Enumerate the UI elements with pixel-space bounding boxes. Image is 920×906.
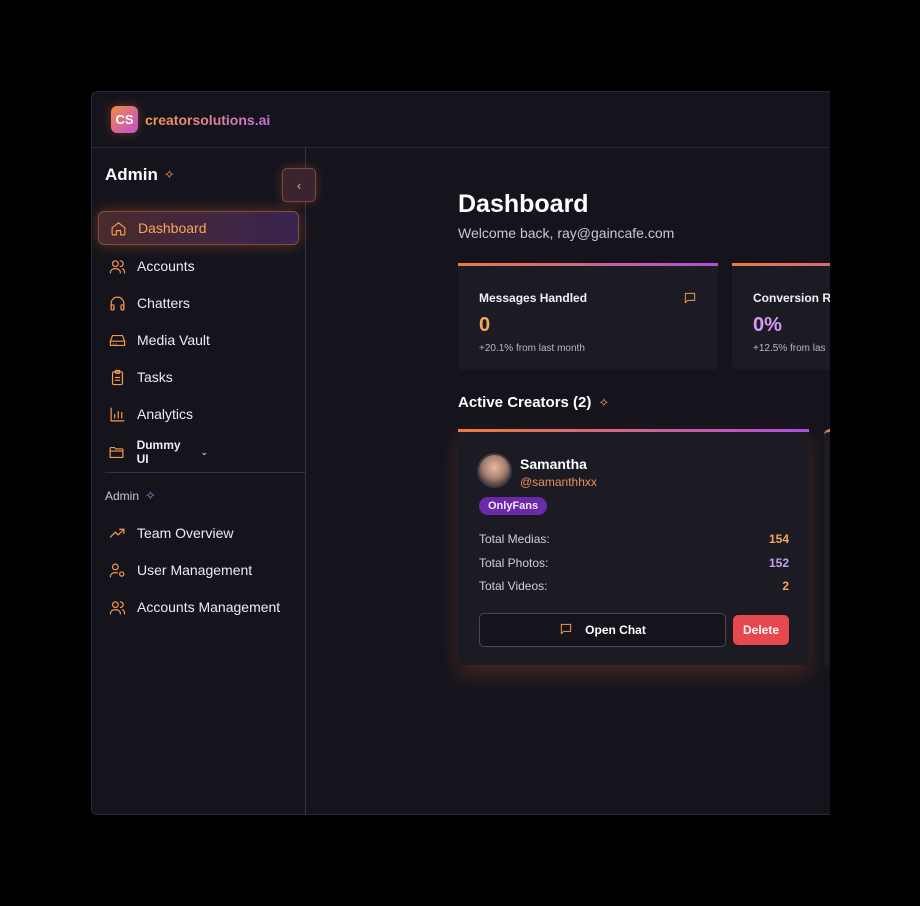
headphones-icon <box>108 294 126 312</box>
creator-name: Samantha <box>520 456 587 472</box>
row-value: 152 <box>768 556 789 570</box>
stat-label: Conversion Ra <box>753 291 830 305</box>
sidebar-item-media-vault[interactable]: Media Vault <box>98 323 299 357</box>
sidebar-item-label: User Management <box>137 562 253 578</box>
sidebar: Admin ✧ ‹ Dashboard Accounts Chatters Me… <box>92 148 316 814</box>
chevron-down-icon: ⌄ <box>200 446 208 457</box>
sidebar-item-dummy-ui[interactable]: Dummy UI ⌄ <box>98 435 208 469</box>
creator-card-partial <box>824 429 830 665</box>
bar-chart-icon <box>108 405 126 423</box>
stat-label: Messages Handled <box>479 291 588 305</box>
welcome-text: Welcome back, ray@gaincafe.com <box>458 225 675 241</box>
sidebar-item-analytics[interactable]: Analytics <box>98 397 299 431</box>
sidebar-title-text: Admin <box>105 165 158 184</box>
row-value: 154 <box>768 532 789 546</box>
sparkle-icon: ✧ <box>598 394 610 410</box>
message-square-icon <box>559 622 573 639</box>
sparkle-icon: ✧ <box>163 167 175 182</box>
sidebar-title: Admin ✧ <box>105 165 175 185</box>
stat-change: +12.5% from las <box>753 343 826 354</box>
stat-change: +20.1% from last month <box>479 343 585 354</box>
sidebar-item-label: Accounts Management <box>137 599 281 615</box>
message-square-icon <box>683 291 697 305</box>
clipboard-icon <box>108 368 126 386</box>
sidebar-item-accounts-management[interactable]: Accounts Management <box>98 590 299 624</box>
sidebar-item-tasks[interactable]: Tasks <box>98 360 299 394</box>
open-chat-label: Open Chat <box>585 623 646 637</box>
sidebar-item-dashboard[interactable]: Dashboard <box>98 211 299 245</box>
sidebar-item-label: Team Overview <box>137 525 234 541</box>
page-title: Dashboard <box>458 190 589 218</box>
sparkle-icon: ✧ <box>145 488 156 503</box>
stat-value: 0 <box>479 314 491 336</box>
sidebar-item-chatters[interactable]: Chatters <box>98 286 299 320</box>
user-cog-icon <box>108 561 126 579</box>
platform-badge: OnlyFans <box>479 497 548 515</box>
sidebar-item-label: Analytics <box>137 406 194 422</box>
avatar[interactable] <box>477 453 512 488</box>
row-value: 2 <box>782 579 789 593</box>
stat-row-videos: Total Videos: 2 <box>479 579 789 595</box>
stat-value: 0% <box>753 314 782 336</box>
sidebar-item-user-management[interactable]: User Management <box>98 553 299 587</box>
sidebar-item-label: Tasks <box>137 369 173 385</box>
open-chat-button[interactable]: Open Chat <box>479 613 726 647</box>
trending-up-icon <box>108 524 126 542</box>
brand-logo[interactable]: CS <box>111 106 138 133</box>
sidebar-item-label: Chatters <box>137 295 190 311</box>
users-icon <box>108 598 126 616</box>
chevron-left-icon: ‹ <box>296 177 302 193</box>
folder-icon <box>108 443 126 461</box>
stat-card-conversion: Conversion Ra 0% +12.5% from las <box>732 263 830 370</box>
creator-card: Samantha @samanthhxx OnlyFans Total Medi… <box>458 429 809 665</box>
app-window: CS creatorsolutions.ai Admin ✧ ‹ Dashboa… <box>91 91 830 815</box>
brand-name[interactable]: creatorsolutions.ai <box>145 112 270 128</box>
sidebar-item-label: Accounts <box>137 258 195 274</box>
stat-row-photos: Total Photos: 152 <box>479 556 789 572</box>
delete-button[interactable]: Delete <box>733 615 789 645</box>
row-label: Total Videos: <box>479 579 548 593</box>
stat-row-medias: Total Medias: 154 <box>479 532 789 548</box>
creator-handle: @samanthhxx <box>520 475 597 489</box>
main-content: Dashboard Welcome back, ray@gaincafe.com… <box>306 148 830 814</box>
users-icon <box>108 257 126 275</box>
sidebar-item-accounts[interactable]: Accounts <box>98 249 299 283</box>
top-bar: CS creatorsolutions.ai <box>92 92 830 148</box>
active-creators-title: Active Creators (2) ✧ <box>458 394 609 411</box>
sidebar-item-label: Media Vault <box>137 332 210 348</box>
hard-drive-icon <box>108 331 126 349</box>
sidebar-section-admin: Admin ✧ <box>105 488 156 504</box>
sidebar-item-team-overview[interactable]: Team Overview <box>98 516 299 550</box>
section-label: Admin <box>105 489 140 503</box>
row-label: Total Photos: <box>479 556 549 570</box>
sidebar-divider <box>105 472 305 473</box>
stat-card-messages: Messages Handled 0 +20.1% from last mont… <box>458 263 718 370</box>
row-label: Total Medias: <box>479 532 550 546</box>
sidebar-item-label: Dashboard <box>138 220 207 236</box>
sidebar-item-label: Dummy UI <box>136 438 181 466</box>
home-icon <box>109 219 127 237</box>
section-title-text: Active Creators (2) <box>458 394 592 411</box>
